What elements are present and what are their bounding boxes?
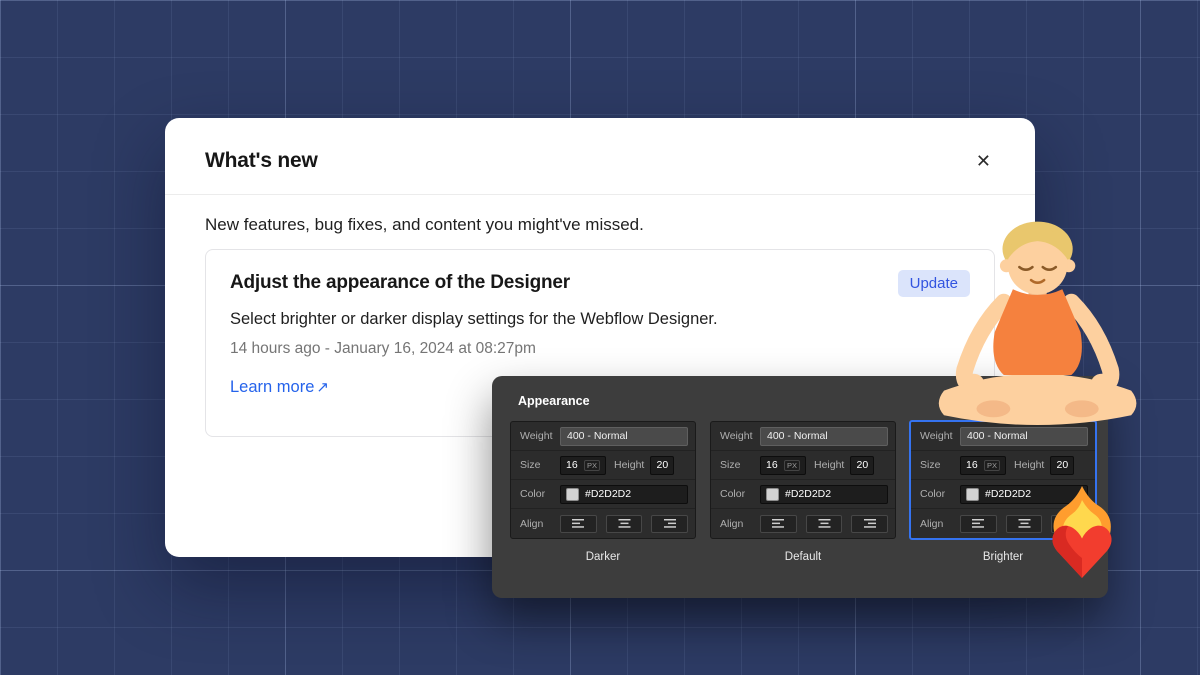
learn-more-link[interactable]: Learn more ↗ <box>230 378 329 397</box>
height-value: 20 <box>656 459 669 471</box>
color-value: #D2D2D2 <box>985 488 1032 500</box>
theme-preview-default: Weight 400 - Normal Size 16 PX Height 20 … <box>710 421 896 539</box>
color-input: #D2D2D2 <box>960 484 1088 504</box>
size-value: 16 <box>966 459 978 471</box>
align-right-icon <box>1051 514 1089 533</box>
color-label: Color <box>520 488 546 500</box>
weight-dropdown: 400 - Normal <box>760 426 888 446</box>
weight-value: 400 - Normal <box>767 430 828 442</box>
theme-preview-brighter: Weight 400 - Normal Size 16 PX Height 20 … <box>909 420 1097 540</box>
size-label: Size <box>520 459 541 471</box>
feature-description: Select brighter or darker display settin… <box>230 310 718 328</box>
appearance-panel-title: Appearance <box>518 394 590 408</box>
align-row: Align <box>711 509 895 538</box>
size-row: Size 16 PX Height 20 <box>711 451 895 480</box>
size-input: 16 PX <box>960 455 1006 475</box>
color-input: #D2D2D2 <box>760 484 888 504</box>
weight-dropdown: 400 - Normal <box>960 426 1088 446</box>
feature-title: Adjust the appearance of the Designer <box>230 272 570 293</box>
size-value: 16 <box>566 459 578 471</box>
weight-value: 400 - Normal <box>967 430 1028 442</box>
appearance-option-brighter[interactable]: Weight 400 - Normal Size 16 PX Height 20 … <box>909 420 1097 563</box>
align-buttons <box>560 514 689 533</box>
color-value: #D2D2D2 <box>785 488 832 500</box>
px-unit: PX <box>583 459 600 471</box>
height-value: 20 <box>1056 459 1069 471</box>
align-left-icon <box>560 514 597 533</box>
color-swatch <box>566 487 579 501</box>
align-buttons <box>960 514 1089 533</box>
color-row: Color #D2D2D2 <box>711 480 895 509</box>
option-caption-darker: Darker <box>585 551 621 563</box>
size-row: Size 16 PX Height 20 <box>911 451 1095 480</box>
update-badge: Update <box>897 270 970 297</box>
external-arrow-icon: ↗ <box>316 379 329 396</box>
weight-label: Weight <box>520 430 553 442</box>
height-input: 20 <box>650 455 675 475</box>
feature-timestamp: 14 hours ago - January 16, 2024 at 08:27… <box>230 340 536 357</box>
align-right-icon <box>851 514 889 533</box>
weight-label: Weight <box>920 430 953 442</box>
color-label: Color <box>920 488 946 500</box>
size-label: Size <box>720 459 741 471</box>
weight-dropdown: 400 - Normal <box>560 426 688 446</box>
align-right-icon <box>651 514 689 533</box>
height-input: 20 <box>850 455 875 475</box>
height-value: 20 <box>856 459 869 471</box>
option-caption-default: Default <box>784 551 822 563</box>
color-value: #D2D2D2 <box>585 488 632 500</box>
appearance-options: Weight 400 - Normal Size 16 PX Height 20 … <box>510 420 1097 563</box>
align-center-icon <box>805 514 843 533</box>
page-title: What's new <box>205 149 318 172</box>
weight-row: Weight 400 - Normal <box>511 422 695 451</box>
align-center-icon <box>1005 514 1043 533</box>
align-left-icon <box>960 514 997 533</box>
size-input: 16 PX <box>760 455 806 475</box>
height-input: 20 <box>1050 455 1075 475</box>
theme-preview-darker: Weight 400 - Normal Size 16 PX Height 20 … <box>510 421 696 539</box>
px-unit: PX <box>983 459 1000 471</box>
weight-label: Weight <box>720 430 753 442</box>
modal-header: What's new ✕ <box>165 118 1035 195</box>
blueprint-background: What's new ✕ New features, bug fixes, an… <box>0 0 1200 675</box>
color-row: Color #D2D2D2 <box>911 480 1095 509</box>
appearance-option-default[interactable]: Weight 400 - Normal Size 16 PX Height 20 … <box>710 421 896 563</box>
color-input: #D2D2D2 <box>560 484 688 504</box>
height-label: Height <box>614 459 645 471</box>
color-row: Color #D2D2D2 <box>511 480 695 509</box>
align-label: Align <box>520 517 544 530</box>
option-caption-brighter: Brighter <box>982 551 1024 563</box>
height-label: Height <box>814 459 845 471</box>
size-label: Size <box>920 459 941 471</box>
learn-more-label: Learn more <box>230 378 315 396</box>
align-buttons <box>760 514 889 533</box>
appearance-option-darker[interactable]: Weight 400 - Normal Size 16 PX Height 20 … <box>510 421 696 563</box>
color-swatch <box>766 487 779 501</box>
align-row: Align <box>511 509 695 538</box>
align-label: Align <box>920 517 944 530</box>
align-label: Align <box>720 517 744 530</box>
align-row: Align <box>911 509 1095 538</box>
weight-value: 400 - Normal <box>567 430 628 442</box>
modal-subtitle: New features, bug fixes, and content you… <box>205 215 644 234</box>
px-unit: PX <box>783 459 800 471</box>
color-swatch <box>966 487 979 501</box>
weight-row: Weight 400 - Normal <box>711 422 895 451</box>
size-input: 16 PX <box>560 455 606 475</box>
close-icon[interactable]: ✕ <box>972 148 995 174</box>
size-row: Size 16 PX Height 20 <box>511 451 695 480</box>
align-left-icon <box>760 514 797 533</box>
height-label: Height <box>1014 459 1045 471</box>
align-center-icon <box>605 514 643 533</box>
appearance-panel: Appearance Weight 400 - Normal Size 16 PX… <box>492 376 1108 598</box>
weight-row: Weight 400 - Normal <box>911 422 1095 451</box>
size-value: 16 <box>766 459 778 471</box>
color-label: Color <box>720 488 746 500</box>
